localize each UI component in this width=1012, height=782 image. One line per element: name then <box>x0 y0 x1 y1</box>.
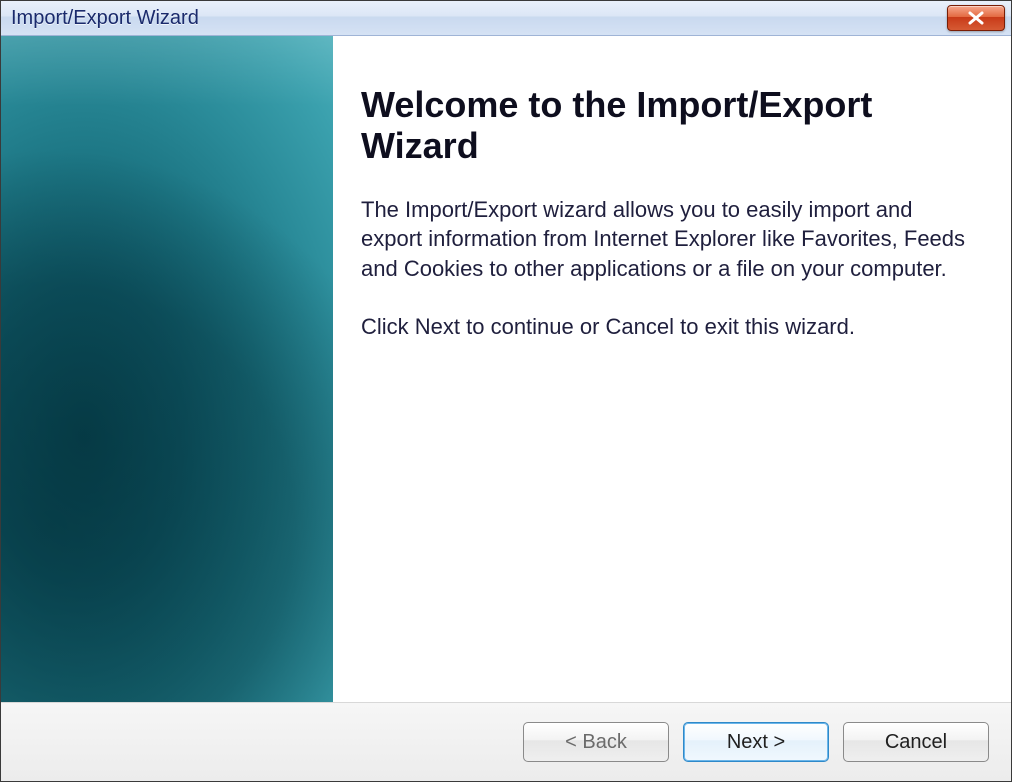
wizard-window: Import/Export Wizard Welcome to the Impo… <box>0 0 1012 782</box>
content-area: Welcome to the Import/Export Wizard The … <box>1 36 1011 702</box>
close-icon <box>966 11 986 25</box>
close-button[interactable] <box>947 5 1005 31</box>
next-button[interactable]: Next > <box>683 722 829 762</box>
footer: < Back Next > Cancel <box>1 702 1011 781</box>
wizard-description: The Import/Export wizard allows you to e… <box>361 195 975 284</box>
back-button[interactable]: < Back <box>523 722 669 762</box>
window-title: Import/Export Wizard <box>11 7 199 30</box>
cancel-button[interactable]: Cancel <box>843 722 989 762</box>
titlebar: Import/Export Wizard <box>1 1 1011 36</box>
main-panel: Welcome to the Import/Export Wizard The … <box>333 36 1011 702</box>
wizard-side-graphic <box>1 36 333 702</box>
wizard-heading: Welcome to the Import/Export Wizard <box>361 84 975 167</box>
wizard-instruction: Click Next to continue or Cancel to exit… <box>361 312 975 342</box>
